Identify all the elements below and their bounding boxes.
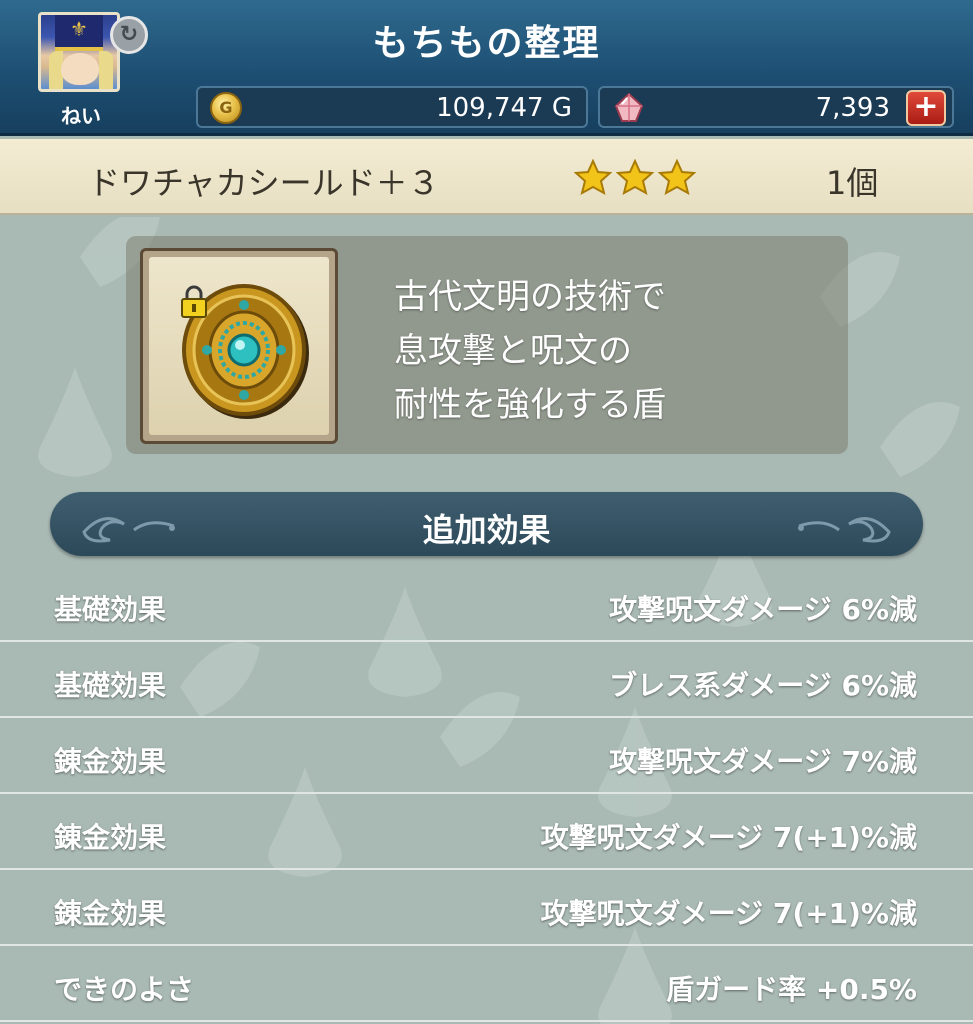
gold-amount: 109,747 G (436, 93, 572, 123)
effects-list: 基礎効果 攻撃呪文ダメージ 6%減 基礎効果 ブレス系ダメージ 6%減 錬金効果… (0, 566, 973, 1022)
swap-character-icon[interactable]: ↻ (110, 16, 148, 54)
star-icon (616, 159, 654, 195)
lock-icon (181, 285, 207, 318)
item-icon-background (149, 257, 329, 435)
star-icon (658, 159, 696, 195)
top-header: ⚜ ↻ ねい もちもの整理 G 109,747 G 7,393 + (0, 0, 973, 136)
flourish-ornament-icon (798, 517, 891, 543)
effect-row: できのよさ 盾ガード率 +0.5% (0, 946, 973, 1022)
item-rarity-stars (574, 159, 696, 195)
item-icon-frame[interactable] (140, 248, 338, 444)
effect-value: 攻撃呪文ダメージ 7%減 (609, 745, 917, 778)
section-header-additional-effects: 追加効果 (50, 492, 923, 556)
effect-row: 錬金効果 攻撃呪文ダメージ 7(+1)%減 (0, 794, 973, 870)
effect-row: 錬金効果 攻撃呪文ダメージ 7%減 (0, 718, 973, 794)
avatar-face (61, 53, 99, 85)
item-description-line: 息攻撃と呪文の (394, 331, 632, 371)
effect-row: 基礎効果 攻撃呪文ダメージ 6%減 (0, 566, 973, 642)
effect-type-label: 基礎効果 (54, 593, 167, 626)
effect-row: 錬金効果 攻撃呪文ダメージ 7(+1)%減 (0, 870, 973, 946)
item-description: 古代文明の技術で 息攻撃と呪文の 耐性を強化する盾 (394, 270, 834, 432)
avatar-hair (99, 51, 113, 89)
effect-type-label: 錬金効果 (54, 745, 167, 778)
item-count: 1個 (826, 164, 879, 202)
item-description-line: 耐性を強化する盾 (394, 385, 666, 425)
add-gems-button[interactable]: + (906, 90, 946, 126)
gem-icon (614, 92, 644, 122)
effect-type-label: 錬金効果 (54, 897, 167, 930)
effect-value: ブレス系ダメージ 6%減 (609, 669, 917, 702)
effect-type-label: 基礎効果 (54, 669, 167, 702)
effect-type-label: 錬金効果 (54, 821, 167, 854)
gem-display: 7,393 + (598, 86, 954, 128)
item-title-band: ドワチャカシールド＋３ 1個 (0, 139, 973, 215)
page-title: もちもの整理 (372, 23, 601, 64)
gem-amount: 7,393 (815, 93, 890, 123)
effect-row: 基礎効果 ブレス系ダメージ 6%減 (0, 642, 973, 718)
gold-coin-icon: G (210, 92, 242, 124)
effect-value: 攻撃呪文ダメージ 7(+1)%減 (540, 897, 917, 930)
item-name: ドワチャカシールド＋３ (88, 164, 440, 202)
star-icon (574, 159, 612, 195)
gold-display: G 109,747 G (196, 86, 588, 128)
effect-type-label: できのよさ (54, 973, 195, 1006)
effect-value: 攻撃呪文ダメージ 7(+1)%減 (540, 821, 917, 854)
effect-value: 盾ガード率 +0.5% (666, 973, 917, 1006)
player-avatar[interactable]: ⚜ (38, 12, 120, 92)
avatar-hat-emblem: ⚜ (70, 17, 88, 41)
player-name: ねい (61, 104, 101, 128)
item-description-line: 古代文明の技術で (394, 277, 666, 317)
effect-value: 攻撃呪文ダメージ 6%減 (609, 593, 917, 626)
